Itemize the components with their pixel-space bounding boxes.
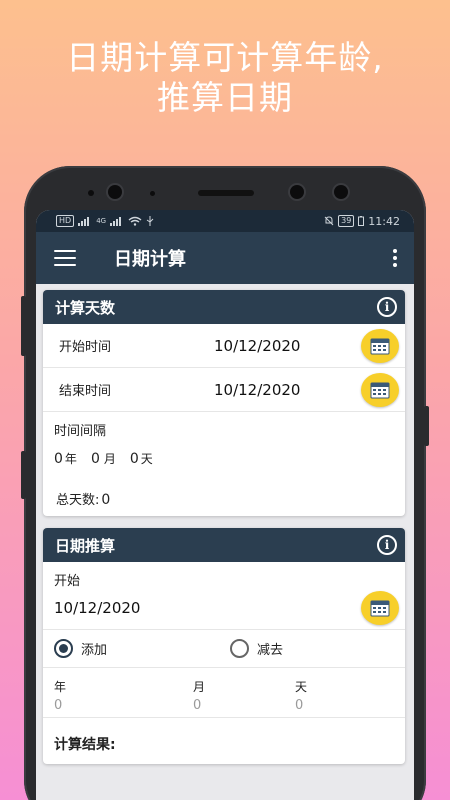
calendar-icon[interactable]	[361, 328, 399, 363]
project-start-row[interactable]: 10/12/2020	[43, 586, 405, 630]
interval-label: 时间间隔	[54, 424, 107, 439]
menu-icon[interactable]	[54, 250, 76, 266]
promo-line-2: 推算日期	[157, 78, 293, 117]
signal-icon	[110, 217, 122, 226]
phone-speaker	[198, 190, 254, 196]
end-date-row[interactable]: 结束时间 10/12/2020	[43, 368, 405, 412]
date-project-card: 日期推算 i 开始 10/12/2020 添加 减去 年 0 月 0 天 0 计…	[43, 528, 405, 764]
interval-values: 0 年 0 月 0 天	[54, 450, 153, 467]
network-type: 4G	[96, 217, 107, 225]
status-bar: HD 4G 39 11:42	[36, 210, 414, 232]
mode-radio-row: 添加 减去	[43, 630, 405, 668]
offset-inputs-row: 年 0 月 0 天 0	[43, 668, 405, 718]
phone-sensor	[150, 191, 155, 196]
info-icon[interactable]: i	[377, 535, 397, 555]
hd-badge: HD	[56, 215, 75, 227]
days-unit: 天	[140, 452, 153, 466]
phone-front-camera	[290, 185, 304, 199]
app-title: 日期计算	[114, 249, 186, 270]
start-date-value[interactable]: 10/12/2020	[214, 337, 361, 355]
status-time: 11:42	[368, 214, 400, 228]
year-label: 年	[54, 680, 67, 694]
phone-sensor	[88, 190, 94, 196]
add-label: 添加	[81, 643, 108, 658]
months-unit: 月	[103, 452, 116, 466]
add-radio[interactable]	[54, 639, 73, 658]
interval-months: 0	[90, 451, 100, 467]
phone-volume-button	[21, 296, 26, 356]
app-bar: 日期计算	[36, 232, 414, 284]
month-input[interactable]: 0	[193, 698, 205, 713]
phone-side-button	[21, 451, 26, 499]
year-field[interactable]: 年 0	[54, 678, 66, 713]
battery-level: 39	[338, 215, 355, 227]
interval-years: 0	[54, 451, 63, 467]
end-date-value[interactable]: 10/12/2020	[214, 381, 361, 399]
start-date-row[interactable]: 开始时间 10/12/2020	[43, 324, 405, 368]
total-days-label: 总天数:	[56, 493, 100, 508]
date-project-title: 日期推算	[55, 536, 116, 555]
days-calc-title: 计算天数	[55, 298, 116, 317]
phone-power-button	[424, 406, 429, 446]
calendar-icon[interactable]	[361, 372, 399, 407]
add-option[interactable]: 添加	[54, 639, 230, 658]
total-days: 总天数: 0	[56, 489, 110, 508]
days-calc-card: 计算天数 i 开始时间 10/12/2020 结束时间 10/12/2020 时…	[43, 290, 405, 516]
day-field[interactable]: 天 0	[295, 678, 307, 713]
phone-frame: HD 4G 39 11:42 日期计算 计算天数 i 开始时间 10/12/20…	[21, 166, 429, 800]
phone-front-camera	[108, 185, 122, 199]
subtract-label: 减去	[257, 643, 284, 658]
calendar-icon[interactable]	[361, 590, 399, 625]
battery-icon	[358, 216, 365, 226]
days-calc-header: 计算天数 i	[43, 290, 405, 324]
phone-screen: HD 4G 39 11:42 日期计算 计算天数 i 开始时间 10/12/20…	[36, 210, 414, 800]
day-input[interactable]: 0	[295, 698, 307, 713]
month-field[interactable]: 月 0	[193, 678, 205, 713]
signal-icon	[78, 217, 90, 226]
promo-line-1: 日期计算可计算年龄,	[66, 38, 384, 77]
result-label: 计算结果:	[54, 737, 116, 753]
interval-days: 0	[129, 451, 139, 467]
years-unit: 年	[64, 452, 77, 466]
promo-banner: 日期计算可计算年龄, 推算日期	[0, 38, 450, 118]
month-label: 月	[193, 680, 206, 694]
date-project-header: 日期推算 i	[43, 528, 405, 562]
subtract-radio[interactable]	[230, 639, 249, 658]
total-days-value: 0	[101, 492, 111, 508]
start-date-label: 开始时间	[59, 340, 112, 355]
day-label: 天	[295, 680, 308, 694]
info-icon[interactable]: i	[377, 297, 397, 317]
subtract-option[interactable]: 减去	[230, 639, 283, 658]
project-start-value[interactable]: 10/12/2020	[54, 599, 361, 617]
more-options-icon[interactable]	[392, 249, 398, 267]
phone-front-camera	[334, 185, 348, 199]
wifi-icon	[128, 216, 142, 226]
end-date-label: 结束时间	[59, 384, 112, 399]
mute-icon	[324, 216, 334, 226]
usb-icon	[146, 216, 154, 226]
year-input[interactable]: 0	[54, 698, 66, 713]
